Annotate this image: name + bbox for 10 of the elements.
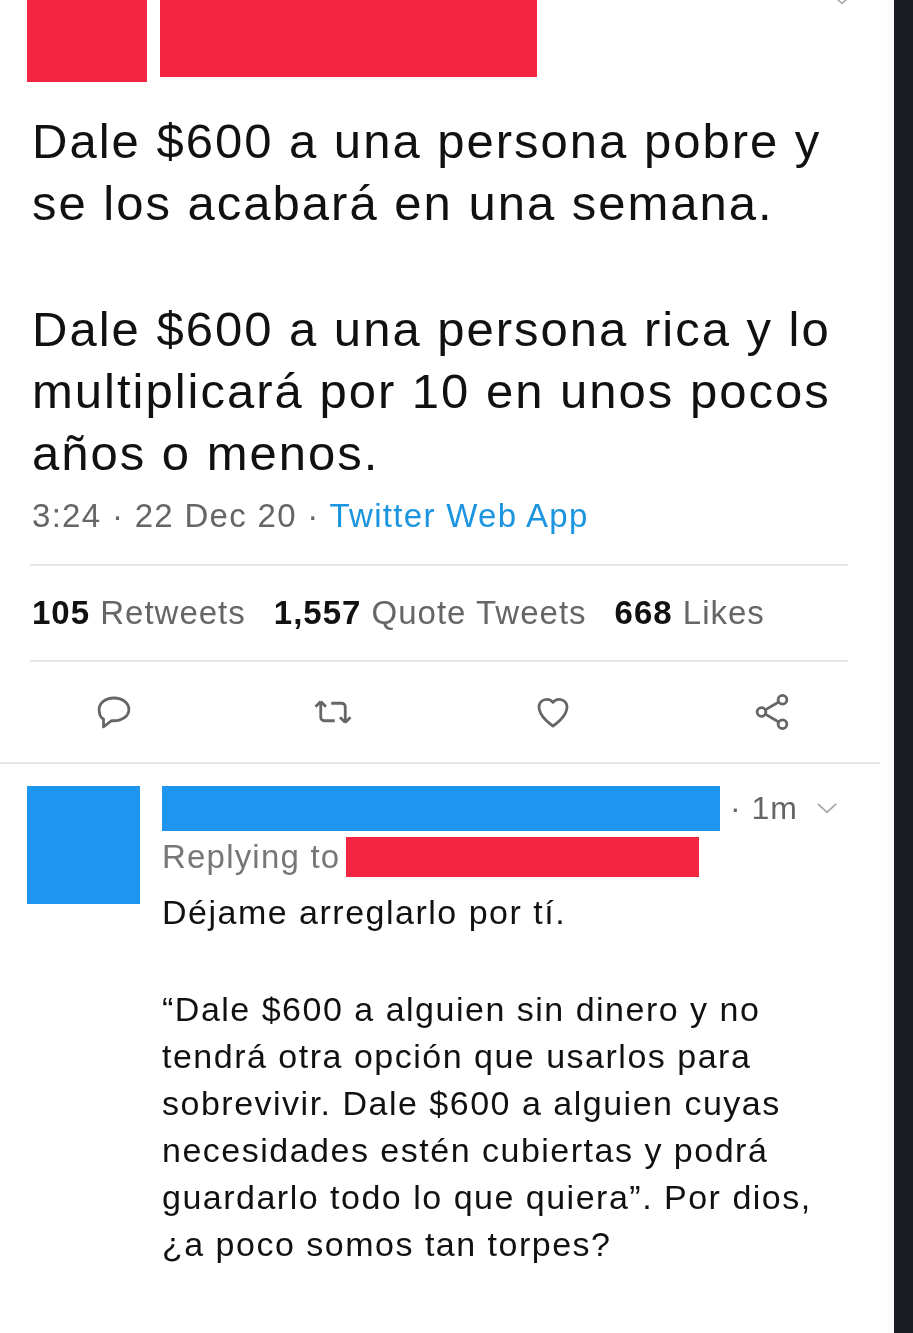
stat-count[interactable]: 668 Likes <box>614 594 765 632</box>
reply-timestamp: · 1m <box>730 790 798 827</box>
stat-count[interactable]: 1,557 Quote Tweets <box>273 594 587 632</box>
stat-count[interactable]: 105 Retweets <box>32 594 246 632</box>
tweet-text: Dale $600 a una persona pobre y se los acabará en una semana. <box>32 113 823 232</box>
tweet-timestamp: 3:24 · 22 Dec 20 · <box>32 497 320 534</box>
reply-text: Déjame arreglarlo por tí. <box>162 892 568 933</box>
replying-to-label: Replying to <box>162 838 341 876</box>
reply-text: “Dale $600 a alguien sin dinero y no tendrá otra opción que usarlos para sobrevivir. Dale $600 a alguien cuyas necesidades estén cubiertas y podrá guardarlo todo lo que quiera”. Por dios, ¿a poco somos tan torpes? <box>162 989 813 1265</box>
tweet-text: Dale $600 a una persona rica y lo multiplicará por 10 en unos pocos años o menos. <box>32 301 832 482</box>
